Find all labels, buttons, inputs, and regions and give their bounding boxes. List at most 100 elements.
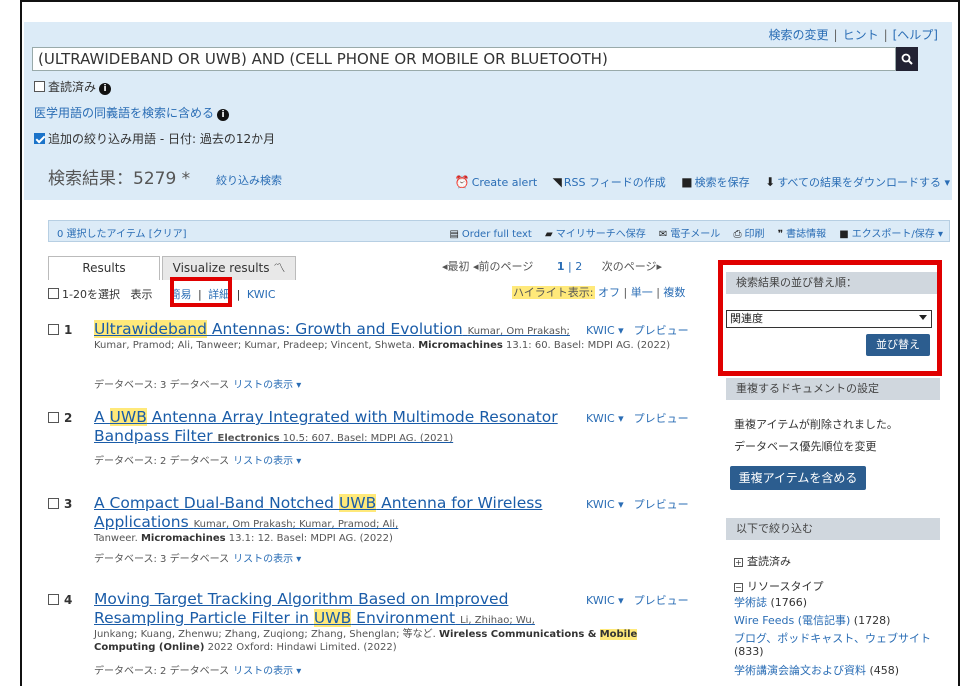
show-list-link[interactable]: リストの表示 ▾	[233, 666, 301, 677]
rss-link[interactable]: RSS フィードの作成	[564, 176, 666, 189]
select-all-checkbox[interactable]	[48, 288, 59, 299]
tips-link[interactable]: ヒント	[843, 28, 879, 42]
additional-terms-option[interactable]: 追加の絞り込み用語 - 日付: 過去の12か月	[34, 130, 275, 147]
selected-items-link[interactable]: 0 選択したアイテム [クリア]	[57, 225, 187, 240]
result-item: 4 Moving Target Tracking Algorithm Based…	[48, 590, 708, 686]
show-list-link[interactable]: リストの表示 ▾	[233, 554, 301, 565]
result-actions: KWIC ▾ プレビュー	[586, 322, 689, 338]
peer-reviewed-checkbox[interactable]	[34, 81, 45, 92]
facet-resource-type[interactable]: − リソースタイプ	[734, 578, 823, 594]
kwic-dropdown[interactable]: KWIC ▾	[586, 498, 624, 511]
medical-synonyms-link[interactable]: 医学用語の同義語を検索に含める	[34, 106, 214, 120]
kwic-dropdown[interactable]: KWIC ▾	[586, 594, 624, 607]
narrow-header: 以下で絞り込む	[726, 518, 940, 540]
database-priority-link[interactable]: データベース優先順位を変更	[734, 438, 876, 454]
narrow-panel: 以下で絞り込む	[726, 518, 940, 540]
download-icon: ⬇	[765, 175, 776, 189]
result-databases: データベース: 2 データベース リストの表示 ▾	[94, 666, 302, 677]
export-icon: ■	[839, 229, 849, 240]
result-checkbox[interactable]	[48, 412, 59, 423]
result-number: 2	[64, 411, 73, 425]
show-label: 表示	[130, 288, 153, 301]
show-list-link[interactable]: リストの表示 ▾	[233, 380, 301, 391]
page-1: 1	[556, 260, 565, 273]
info-icon[interactable]: i	[217, 109, 230, 121]
result-actions: KWIC ▾ プレビュー	[586, 496, 689, 512]
info-icon[interactable]: i	[99, 83, 112, 95]
tab-results[interactable]: Results	[48, 256, 160, 280]
annotation-highlight-box	[718, 260, 942, 376]
print-link[interactable]: 印刷	[745, 229, 765, 240]
result-meta: Kumar, Pramod; Ali, Tanweer; Kumar, Prad…	[94, 340, 671, 351]
kwic-dropdown[interactable]: KWIC ▾	[586, 412, 624, 425]
email-icon: ✉	[658, 229, 668, 240]
citation-link[interactable]: 書誌情報	[786, 229, 826, 240]
facet-item[interactable]: 学術講演会論文および資料 (458)	[734, 664, 934, 677]
facet-peer-reviewed[interactable]: + 査読済み	[734, 553, 791, 569]
preview-link[interactable]: プレビュー	[634, 412, 689, 425]
result-title-link[interactable]: A UWB Antenna Array Integrated with Mult…	[94, 408, 584, 448]
medical-synonyms-option[interactable]: 医学用語の同義語を検索に含める i	[34, 104, 230, 121]
highlight-multiple-link[interactable]: 複数	[663, 286, 685, 299]
narrow-search-link[interactable]: 絞り込み検索	[216, 172, 282, 188]
additional-terms-checkbox[interactable]	[34, 133, 45, 144]
duplicates-header: 重複するドキュメントの設定	[726, 378, 940, 400]
save-search-link[interactable]: 検索を保存	[695, 176, 750, 189]
search-input[interactable]: (ULTRAWIDEBAND OR UWB) AND (CELL PHONE O…	[32, 47, 896, 71]
highlight-off-link[interactable]: オフ	[598, 286, 620, 299]
result-number: 3	[64, 497, 73, 511]
next-page-link[interactable]: 次のページ▸	[602, 260, 662, 273]
export-save-link[interactable]: エクスポート/保存 ▾	[852, 229, 943, 240]
help-link[interactable]: [ヘルプ]	[893, 28, 938, 42]
facet-item[interactable]: ブログ、ポッドキャスト、ウェブサイト (833)	[734, 632, 934, 658]
prev-page-link[interactable]: ◂前のページ	[473, 260, 533, 273]
save-icon: ■	[681, 175, 693, 189]
include-duplicates-button[interactable]: 重複アイテムを含める	[730, 466, 866, 490]
additional-terms-label: 追加の絞り込み用語 - 日付: 過去の12か月	[48, 132, 276, 146]
select-range-label: 1-20を選択	[62, 288, 120, 301]
show-list-link[interactable]: リストの表示 ▾	[233, 456, 301, 467]
peer-reviewed-option[interactable]: 査読済み i	[34, 78, 112, 95]
result-checkbox[interactable]	[48, 324, 59, 335]
print-icon: ⎙	[733, 229, 742, 240]
preview-link[interactable]: プレビュー	[634, 498, 689, 511]
order-full-text-link[interactable]: Order full text	[462, 229, 532, 240]
modify-search-link[interactable]: 検索の変更	[769, 28, 829, 42]
expand-icon: +	[734, 558, 743, 567]
facet-item[interactable]: Wire Feeds (電信記事) (1728)	[734, 614, 934, 627]
email-link[interactable]: 電子メール	[670, 229, 720, 240]
alarm-icon: ⏰	[454, 175, 470, 189]
view-kwic-link[interactable]: KWIC	[247, 288, 276, 301]
create-alert-link[interactable]: Create alert	[472, 176, 537, 189]
collapse-icon: −	[734, 583, 743, 592]
kwic-dropdown[interactable]: KWIC ▾	[586, 324, 624, 337]
result-title-link[interactable]: A Compact Dual-Band Notched UWB Antenna …	[94, 494, 584, 534]
result-meta: Tanweer. Micromachines 13.1: 12. Basel: …	[94, 533, 393, 544]
result-checkbox[interactable]	[48, 498, 59, 509]
first-page-link[interactable]: ◂最初	[442, 260, 470, 273]
result-number: 4	[64, 593, 73, 607]
document-icon: ▤	[449, 229, 459, 240]
chart-icon: 〽	[273, 261, 286, 275]
highlight-single-link[interactable]: 単一	[631, 286, 653, 299]
result-item: 2 A UWB Antenna Array Integrated with Mu…	[48, 408, 708, 478]
search-top-links: 検索の変更 | ヒント | [ヘルプ]	[768, 28, 939, 42]
result-checkbox[interactable]	[48, 594, 59, 605]
result-title-link[interactable]: Moving Target Tracking Algorithm Based o…	[94, 590, 584, 630]
preview-link[interactable]: プレビュー	[634, 324, 689, 337]
result-title-link[interactable]: Ultrawideband Antennas: Growth and Evolu…	[94, 320, 584, 341]
folder-icon: ▰	[545, 229, 553, 240]
search-icon	[901, 53, 913, 65]
result-actions: KWIC ▾ プレビュー	[586, 592, 689, 608]
selection-bar: 0 選択したアイテム [クリア] ▤ Order full text ▰ マイリサー…	[48, 220, 950, 242]
facet-item[interactable]: 学術誌 (1766)	[734, 596, 934, 609]
page-2-link[interactable]: 2	[575, 260, 582, 273]
save-to-myresearch-link[interactable]: マイリサーチへ保存	[556, 229, 646, 240]
search-button[interactable]	[896, 47, 918, 71]
result-number: 1	[64, 323, 73, 337]
download-all-link[interactable]: すべての結果をダウンロードする ▾	[777, 176, 950, 189]
facet-label: 査読済み	[747, 555, 791, 568]
selection-toolbar: ▤ Order full text ▰ マイリサーチへ保存 ✉ 電子メール ⎙ 印刷 ❞…	[439, 225, 943, 240]
preview-link[interactable]: プレビュー	[634, 594, 689, 607]
result-databases: データベース: 3 データベース リストの表示 ▾	[94, 554, 302, 565]
